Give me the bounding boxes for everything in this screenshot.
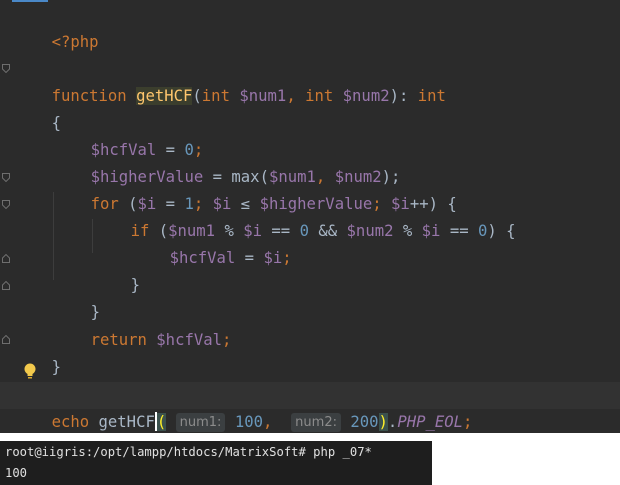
code-line-for[interactable]: for ($i = 1; $i ≤ $higherValue; $i++) { bbox=[53, 164, 457, 213]
fold-marker-icon[interactable] bbox=[2, 254, 10, 263]
number: 0 bbox=[478, 222, 488, 240]
paren-open-matched: ( bbox=[156, 413, 167, 431]
param-num2: $num2 bbox=[342, 87, 390, 105]
type-int: int bbox=[201, 87, 230, 105]
code-line-function-signature[interactable]: function getHCF(int $num1, int $num2): i… bbox=[14, 56, 446, 105]
code-line-return[interactable]: return $hcfVal; bbox=[53, 300, 232, 349]
modulo: % bbox=[393, 222, 422, 240]
terminal-panel[interactable]: root@iigris:/opt/lampp/htdocs/MatrixSoft… bbox=[0, 441, 432, 485]
hint-label: num2: bbox=[295, 415, 337, 430]
and: && bbox=[308, 222, 347, 240]
comma: , bbox=[286, 87, 306, 105]
var-i: $i bbox=[421, 222, 441, 240]
function-name: getHCF bbox=[136, 87, 193, 105]
code-line-assign[interactable]: $hcfVal = $i; bbox=[132, 218, 292, 267]
code-line-close-if[interactable]: } bbox=[93, 245, 140, 294]
var-hcfval: $hcfVal bbox=[156, 331, 223, 349]
hint-label: num1: bbox=[179, 415, 222, 430]
code-line-open-tag[interactable]: <?php bbox=[14, 2, 99, 51]
semicolon: ; bbox=[282, 249, 292, 267]
code-line-if[interactable]: if ($num1 % $i == 0 && $num2 % $i == 0) … bbox=[93, 191, 516, 240]
param-num1: $num1 bbox=[239, 87, 287, 105]
return-type: int bbox=[417, 87, 446, 105]
keyword-return: return bbox=[90, 331, 147, 349]
brace: } bbox=[130, 276, 140, 294]
fold-marker-icon[interactable] bbox=[2, 200, 10, 209]
assign: = bbox=[235, 249, 264, 267]
php-open-tag: <?php bbox=[51, 33, 99, 51]
code-editor[interactable]: <?php function getHCF(int $num1, int $nu… bbox=[0, 0, 620, 433]
semicolon: ; bbox=[463, 413, 473, 431]
code-line-hcfval-init[interactable]: $hcfVal = 0; bbox=[53, 110, 204, 159]
keyword-echo: echo bbox=[51, 413, 90, 431]
code-line-higher-value[interactable]: $higherValue = max($num1, $num2); bbox=[53, 137, 401, 186]
function-call-name: getHCF bbox=[98, 413, 155, 431]
equals: == bbox=[440, 222, 479, 240]
code-line-echo[interactable]: echo getHCF( num1: 100, num2: 200).PHP_E… bbox=[14, 382, 472, 432]
arg-value-2: 200 bbox=[350, 413, 379, 431]
type-int: int bbox=[305, 87, 334, 105]
semicolon: ; bbox=[222, 331, 232, 349]
constant-php-eol: PHP_EOL bbox=[397, 413, 464, 431]
paren-close-matched: ) bbox=[378, 413, 388, 431]
concat-dot: . bbox=[387, 413, 398, 431]
fold-marker-icon[interactable] bbox=[2, 173, 10, 182]
terminal-prompt-line: root@iigris:/opt/lampp/htdocs/MatrixSoft… bbox=[5, 445, 372, 459]
keyword-function: function bbox=[51, 87, 127, 105]
code-line-brace-close[interactable]: } bbox=[14, 327, 61, 376]
arg-value-1: 100 bbox=[234, 413, 263, 431]
fold-marker-icon[interactable] bbox=[2, 335, 10, 344]
var-i: $i bbox=[263, 249, 283, 267]
paren: ( bbox=[192, 87, 202, 105]
code-line-close-for[interactable]: } bbox=[53, 272, 100, 321]
code-line-brace-open[interactable]: { bbox=[14, 83, 61, 132]
terminal-output-line: 100 bbox=[5, 466, 28, 480]
fold-marker-icon[interactable] bbox=[2, 281, 10, 290]
paren-close: ): bbox=[389, 87, 418, 105]
brace: } bbox=[51, 358, 61, 376]
comma: , bbox=[263, 413, 282, 431]
fold-marker-icon[interactable] bbox=[2, 64, 10, 73]
var-num2: $num2 bbox=[346, 222, 394, 240]
param-hint-num2: num2: bbox=[291, 413, 341, 432]
var-hcfval: $hcfVal bbox=[169, 249, 236, 267]
param-hint-num1: num1: bbox=[175, 413, 226, 432]
paren-close: ) { bbox=[487, 222, 516, 240]
lightbulb-icon[interactable] bbox=[23, 362, 37, 382]
number: 0 bbox=[299, 222, 309, 240]
